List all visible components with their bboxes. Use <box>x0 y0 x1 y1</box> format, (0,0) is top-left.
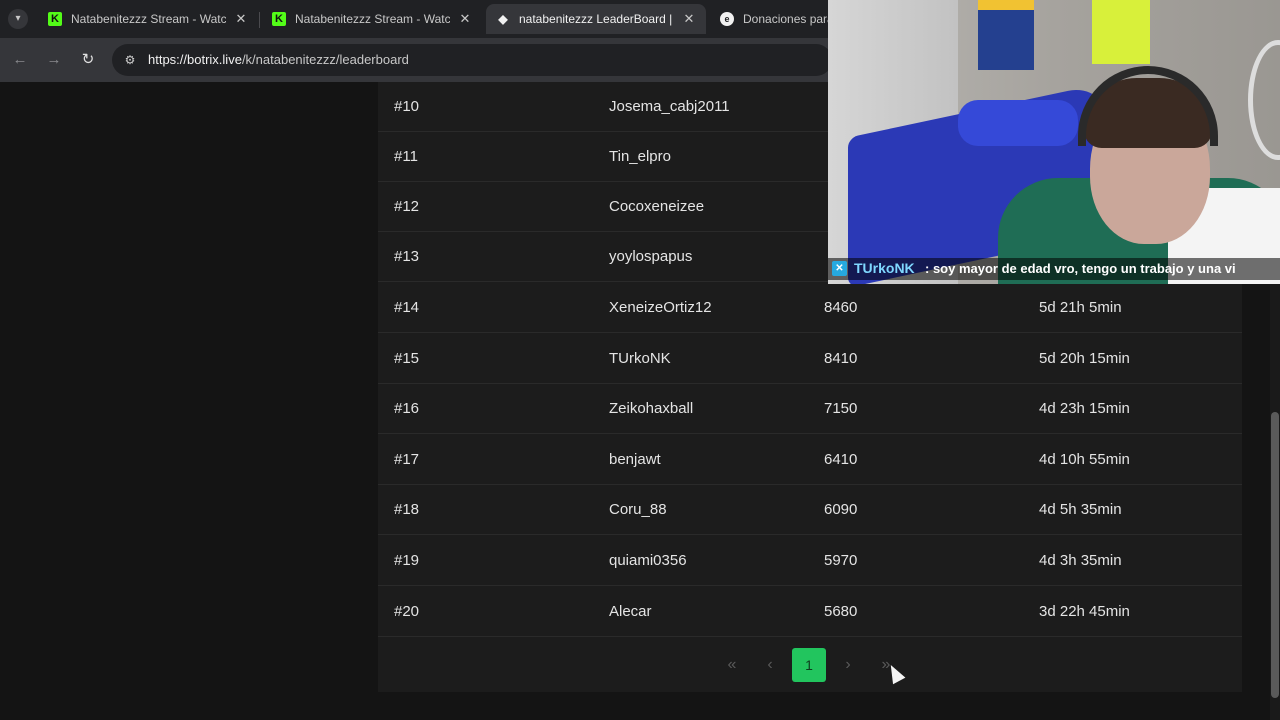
first-page-button[interactable]: « <box>715 648 749 682</box>
username-cell: Alecar <box>609 603 652 620</box>
site-settings-icon[interactable]: ⚙ <box>122 52 138 68</box>
browser-tab-2[interactable]: K Natabenitezzz Stream - Watch Live ✕ <box>262 4 482 34</box>
points-cell: 8460 <box>824 299 858 316</box>
points-cell: 6410 <box>824 451 858 468</box>
kick-icon: K <box>272 12 286 26</box>
points-cell: 8410 <box>824 350 858 367</box>
rank-cell: #18 <box>394 501 420 518</box>
points-cell: 7150 <box>824 400 858 417</box>
forward-arrow-icon[interactable]: → <box>42 48 66 72</box>
table-row: #17 benjawt 6410 4d 10h 55min <box>378 435 1242 485</box>
reload-icon[interactable]: ↻ <box>76 48 100 72</box>
close-icon[interactable]: ✕ <box>234 11 248 27</box>
rank-cell: #13 <box>394 248 420 265</box>
rank-cell: #20 <box>394 603 420 620</box>
table-row: #15 TUrkoNK 8410 5d 20h 15min <box>378 334 1242 384</box>
username-cell: Coru_88 <box>609 501 667 518</box>
rank-cell: #16 <box>394 400 420 417</box>
table-row: #18 Coru_88 6090 4d 5h 35min <box>378 485 1242 535</box>
webcam-overlay: ✕ TUrkoNK : soy mayor de edad vro, tengo… <box>828 0 1280 284</box>
tab-title: natabenitezzz LeaderBoard | The <box>519 12 674 26</box>
rank-cell: #11 <box>394 148 418 165</box>
table-row: #19 quiami0356 5970 4d 3h 35min <box>378 536 1242 586</box>
username-cell: TUrkoNK <box>609 350 671 367</box>
address-bar[interactable]: ⚙ https://botrix.live/k/natabenitezzz/le… <box>112 44 832 76</box>
diamond-icon: ◆ <box>498 12 508 26</box>
rank-cell: #12 <box>394 198 420 215</box>
pagination: « ‹ 1 › » <box>378 638 1242 692</box>
watchtime-cell: 4d 5h 35min <box>1039 501 1122 518</box>
webcam-jersey <box>978 0 1034 70</box>
watchtime-cell: 4d 23h 15min <box>1039 400 1130 417</box>
table-row: #20 Alecar 5680 3d 22h 45min <box>378 587 1242 637</box>
chat-username: TUrkoNK <box>854 260 915 276</box>
watchtime-cell: 5d 20h 15min <box>1039 350 1130 367</box>
username-cell: quiami0356 <box>609 552 687 569</box>
current-page-button[interactable]: 1 <box>792 648 826 682</box>
webcam-pillow <box>958 100 1078 146</box>
browser-tab-1[interactable]: K Natabenitezzz Stream - Watch Live ✕ <box>38 4 258 34</box>
tab-title: Donaciones para natabenitezzz <box>743 12 830 26</box>
rank-cell: #10 <box>394 98 420 115</box>
chat-badge-icon: ✕ <box>832 261 847 276</box>
watchtime-cell: 4d 3h 35min <box>1039 552 1122 569</box>
close-icon[interactable]: ✕ <box>458 11 472 27</box>
rank-cell: #19 <box>394 552 420 569</box>
tab-search-button[interactable]: ▾ <box>8 9 28 29</box>
prev-page-button[interactable]: ‹ <box>753 648 787 682</box>
tab-separator <box>259 12 260 28</box>
watchtime-cell: 3d 22h 45min <box>1039 603 1130 620</box>
watchtime-cell: 4d 10h 55min <box>1039 451 1130 468</box>
webcam-yellow-shirt <box>1092 0 1150 64</box>
back-arrow-icon[interactable]: ← <box>8 48 32 72</box>
username-cell: XeneizeOrtiz12 <box>609 299 712 316</box>
browser-tab-3-active[interactable]: ◆ natabenitezzz LeaderBoard | The ✕ <box>486 4 706 34</box>
table-row: #16 Zeikohaxball 7150 4d 23h 15min <box>378 384 1242 434</box>
username-cell: Tin_elpro <box>609 148 671 165</box>
rank-cell: #17 <box>394 451 420 468</box>
chat-message-text: : soy mayor de edad vro, tengo un trabaj… <box>925 261 1236 276</box>
points-cell: 5680 <box>824 603 858 620</box>
username-cell: yoylospapus <box>609 248 693 265</box>
watchtime-cell: 5d 21h 5min <box>1039 299 1122 316</box>
chat-overlay-message: ✕ TUrkoNK : soy mayor de edad vro, tengo… <box>828 258 1280 280</box>
next-page-button[interactable]: › <box>831 648 865 682</box>
close-icon[interactable]: ✕ <box>682 11 696 27</box>
url-host: https://botrix.live <box>148 52 242 67</box>
url-path: /k/natabenitezzz/leaderboard <box>241 52 409 67</box>
e-icon: e <box>720 12 734 26</box>
rank-cell: #15 <box>394 350 420 367</box>
tab-title: Natabenitezzz Stream - Watch Live <box>71 12 226 26</box>
points-cell: 5970 <box>824 552 858 569</box>
tab-title: Natabenitezzz Stream - Watch Live <box>295 12 450 26</box>
url-text[interactable]: https://botrix.live/k/natabenitezzz/lead… <box>148 52 409 67</box>
table-row: #14 XeneizeOrtiz12 8460 5d 21h 5min <box>378 283 1242 333</box>
points-cell: 6090 <box>824 501 858 518</box>
kick-icon: K <box>48 12 62 26</box>
username-cell: benjawt <box>609 451 661 468</box>
rank-cell: #14 <box>394 299 420 316</box>
scrollbar-thumb[interactable] <box>1271 412 1279 698</box>
username-cell: Josema_cabj2011 <box>609 98 730 115</box>
browser-tab-4[interactable]: e Donaciones para natabenitezzz <box>710 4 840 34</box>
username-cell: Cocoxeneizee <box>609 198 705 215</box>
username-cell: Zeikohaxball <box>609 400 694 417</box>
